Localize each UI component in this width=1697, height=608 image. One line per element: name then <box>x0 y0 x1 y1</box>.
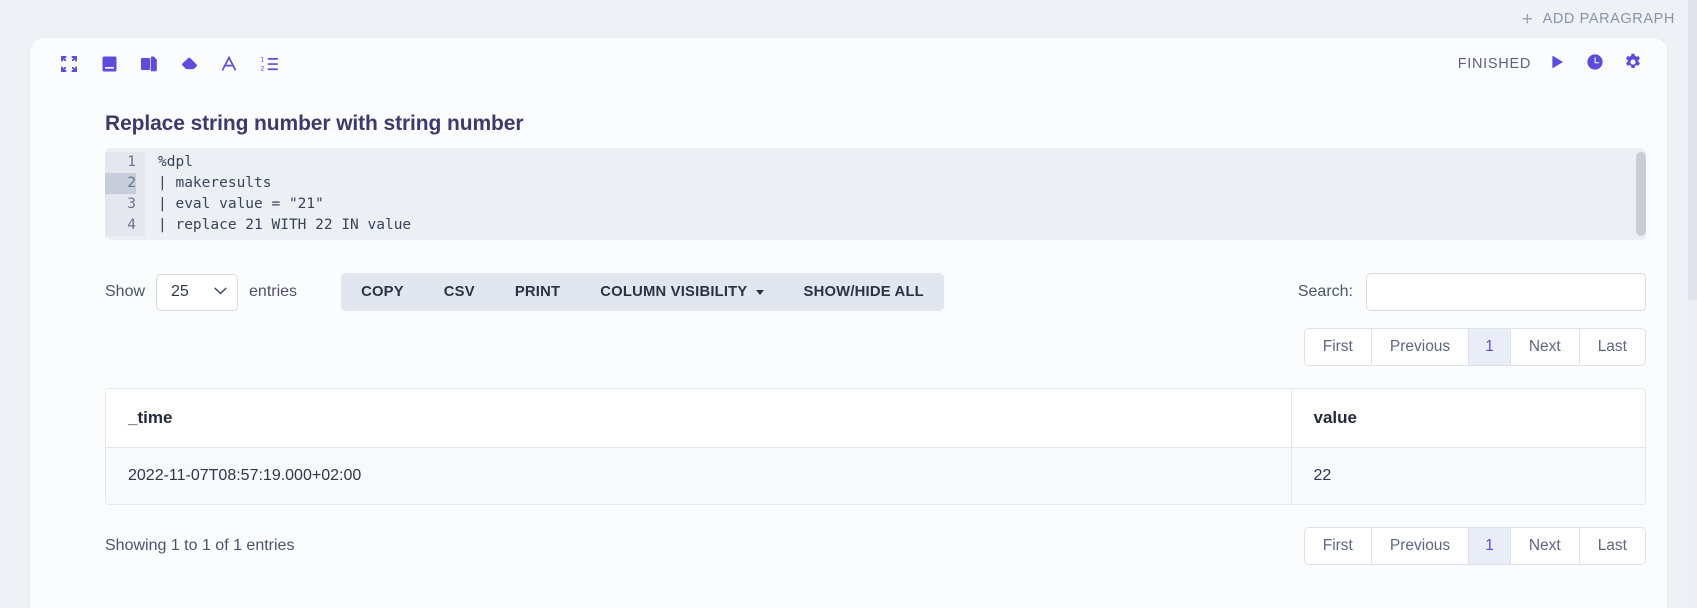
showing-entries-text: Showing 1 to 1 of 1 entries <box>105 537 295 554</box>
pagination-first-button[interactable]: First <box>1305 329 1372 365</box>
svg-text:1: 1 <box>260 55 264 63</box>
schedule-button[interactable] <box>1583 52 1607 76</box>
pagination-page-1-button[interactable]: 1 <box>1469 329 1511 365</box>
print-button-label: PRINT <box>514 284 561 300</box>
results-table-body: 2022-11-07T08:57:19.000+02:00 22 <box>106 447 1645 504</box>
page-top-bar: + ADD PARAGRAPH <box>0 0 1697 38</box>
book-icon <box>101 55 118 73</box>
copy-icon <box>140 55 158 73</box>
show-hide-all-button-label: SHOW/HIDE ALL <box>803 284 924 300</box>
collapse-icon-button[interactable] <box>54 49 84 79</box>
caret-down-icon <box>755 289 764 295</box>
status-badge: FINISHED <box>1457 56 1531 72</box>
table-footer: Showing 1 to 1 of 1 entries First Previo… <box>105 527 1646 565</box>
line-number: 2 <box>105 173 136 194</box>
code-line: | eval value = "21" <box>158 196 324 212</box>
paragraph-card: 1 2 FINISHED Replace string number with … <box>30 38 1667 608</box>
list-numbered-icon-button[interactable]: 1 2 <box>254 49 284 79</box>
results-table-head: _time value <box>106 389 1645 448</box>
add-paragraph-button[interactable]: + ADD PARAGRAPH <box>1522 10 1675 29</box>
play-icon <box>1549 54 1565 75</box>
pagination-bottom: First Previous 1 Next Last <box>1303 527 1646 565</box>
eraser-icon-button[interactable] <box>174 49 204 79</box>
show-label: Show <box>105 283 146 300</box>
code-editor-body[interactable]: 1 2 3 4 %dpl | makeresults | eval value … <box>105 148 1646 240</box>
list-numbered-icon: 1 2 <box>260 55 279 73</box>
code-line: %dpl <box>158 154 193 170</box>
gear-icon <box>1624 53 1642 76</box>
line-number: 1 <box>127 154 136 170</box>
chevron-down-icon <box>214 287 227 298</box>
column-visibility-button-label: COLUMN VISIBILITY <box>600 284 748 300</box>
line-number-gutter: 1 2 3 4 <box>105 152 145 236</box>
pagination-first-button-bottom[interactable]: First <box>1305 528 1372 564</box>
settings-button[interactable] <box>1621 52 1645 76</box>
page-scrollbar[interactable] <box>1688 0 1697 608</box>
cell-value: 22 <box>1291 447 1645 504</box>
editor-scrollbar[interactable] <box>1636 152 1646 236</box>
pagination-next-button[interactable]: Next <box>1511 329 1580 365</box>
page-size-value: 25 <box>171 283 189 300</box>
code-editor[interactable]: 1 2 3 4 %dpl | makeresults | eval value … <box>105 148 1646 240</box>
page-size-select[interactable]: 25 <box>156 273 239 311</box>
pagination-previous-button[interactable]: Previous <box>1372 329 1470 365</box>
paragraph-toolbar: 1 2 FINISHED <box>30 38 1667 90</box>
toolbar-left-group: 1 2 <box>54 49 284 79</box>
page-title: Replace string number with string number <box>105 112 524 135</box>
cell-time: 2022-11-07T08:57:19.000+02:00 <box>106 447 1292 504</box>
pagination-previous-button-bottom[interactable]: Previous <box>1372 528 1470 564</box>
copy-icon-button[interactable] <box>134 49 164 79</box>
pagination-last-button[interactable]: Last <box>1580 329 1645 365</box>
line-number: 4 <box>127 217 136 233</box>
pagination-next-button-bottom[interactable]: Next <box>1511 528 1580 564</box>
font-icon <box>220 55 238 73</box>
add-paragraph-label: ADD PARAGRAPH <box>1542 11 1675 27</box>
pagination-last-button-bottom[interactable]: Last <box>1580 528 1645 564</box>
collapse-icon <box>60 55 78 73</box>
line-number: 3 <box>127 196 136 212</box>
plus-icon: + <box>1521 8 1534 30</box>
column-visibility-button[interactable]: COLUMN VISIBILITY <box>580 273 783 311</box>
book-icon-button[interactable] <box>94 49 124 79</box>
table-controls: Show 25 entries COPY CSV PRINT COLUMN VI… <box>105 270 1646 314</box>
pagination-top: First Previous 1 Next Last <box>1303 328 1646 366</box>
copy-button[interactable]: COPY <box>341 273 424 311</box>
code-line: | makeresults <box>158 175 272 191</box>
table-row: 2022-11-07T08:57:19.000+02:00 22 <box>106 447 1645 504</box>
print-button[interactable]: PRINT <box>495 273 580 311</box>
eraser-icon <box>180 55 199 73</box>
table-header-row: _time value <box>106 389 1645 448</box>
clock-icon <box>1586 53 1604 76</box>
show-hide-all-button[interactable]: SHOW/HIDE ALL <box>784 273 944 311</box>
run-button[interactable] <box>1545 52 1569 76</box>
show-entries-group: Show 25 entries <box>105 273 298 311</box>
pagination-page-1-button-bottom[interactable]: 1 <box>1469 528 1511 564</box>
csv-button[interactable]: CSV <box>424 273 495 311</box>
entries-label: entries <box>249 283 298 300</box>
copy-button-label: COPY <box>361 284 404 300</box>
csv-button-label: CSV <box>443 284 475 300</box>
search-group: Search: <box>1298 273 1646 311</box>
search-label: Search: <box>1297 283 1353 300</box>
column-header-value[interactable]: value <box>1291 389 1645 448</box>
results-table-container: _time value 2022-11-07T08:57:19.000+02:0… <box>105 388 1646 505</box>
results-table: _time value 2022-11-07T08:57:19.000+02:0… <box>106 389 1645 504</box>
search-input[interactable] <box>1366 273 1646 311</box>
svg-text:2: 2 <box>260 65 264 73</box>
column-header-time[interactable]: _time <box>106 389 1292 448</box>
page-scrollbar-thumb[interactable] <box>1688 0 1697 300</box>
font-icon-button[interactable] <box>214 49 244 79</box>
toolbar-right-group: FINISHED <box>1458 52 1645 76</box>
pagination-top-row: First Previous 1 Next Last <box>105 328 1646 366</box>
table-action-buttons: COPY CSV PRINT COLUMN VISIBILITY SHOW/HI… <box>341 273 944 311</box>
code-content[interactable]: %dpl | makeresults | eval value = "21" |… <box>145 152 1646 236</box>
code-line: | replace 21 WITH 22 IN value <box>158 217 412 233</box>
